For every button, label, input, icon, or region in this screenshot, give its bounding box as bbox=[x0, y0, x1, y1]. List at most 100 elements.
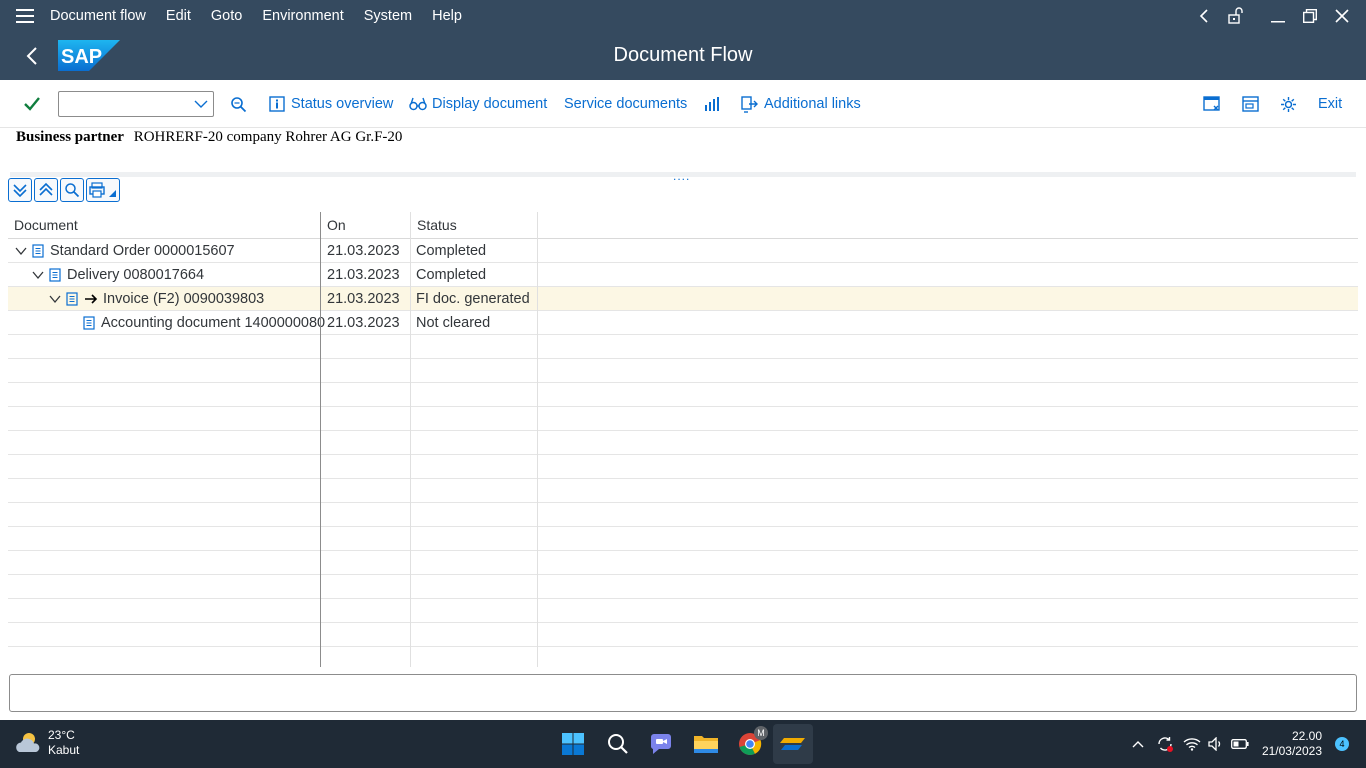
chart-icon[interactable] bbox=[704, 80, 720, 128]
cell-status: Not cleared bbox=[416, 315, 491, 331]
system-tray bbox=[1128, 720, 1252, 768]
column-divider[interactable] bbox=[537, 212, 538, 667]
status-overview-button[interactable]: Status overview bbox=[269, 80, 393, 128]
cell-on: 21.03.2023 bbox=[327, 267, 400, 283]
search-icon[interactable] bbox=[60, 178, 84, 202]
grid-header: Document On Status bbox=[8, 212, 1358, 239]
exit-button[interactable]: Exit bbox=[1318, 80, 1342, 128]
service-documents-label: Service documents bbox=[564, 96, 688, 112]
additional-links-button[interactable]: Additional links bbox=[741, 80, 861, 128]
document-icon bbox=[66, 292, 78, 306]
cell-document[interactable]: Standard Order 0000015607 bbox=[50, 239, 235, 263]
cell-document[interactable]: Invoice (F2) 0090039803 bbox=[103, 287, 264, 311]
menu-system[interactable]: System bbox=[364, 8, 412, 24]
empty-row bbox=[8, 431, 1358, 455]
windows-taskbar: 23°C Kabut M 22.00 21/03/2023 4 bbox=[0, 720, 1366, 768]
empty-row bbox=[8, 551, 1358, 575]
expand-all-icon[interactable] bbox=[8, 178, 32, 202]
battery-icon[interactable] bbox=[1228, 739, 1252, 749]
minimize-icon[interactable] bbox=[1262, 0, 1294, 31]
additional-links-label: Additional links bbox=[764, 96, 861, 112]
collapse-header-icon[interactable] bbox=[1188, 0, 1220, 31]
cell-on: 21.03.2023 bbox=[327, 315, 400, 331]
close-icon[interactable] bbox=[1326, 0, 1358, 31]
title-bar: SAP Document Flow bbox=[0, 31, 1366, 80]
cell-status: FI doc. generated bbox=[416, 291, 530, 307]
command-input[interactable] bbox=[59, 92, 187, 116]
table-row[interactable]: Standard Order 0000015607 21.03.2023 Compl… bbox=[8, 239, 1358, 263]
menu-edit[interactable]: Edit bbox=[166, 8, 191, 24]
enter-check-icon[interactable] bbox=[23, 80, 41, 128]
empty-row bbox=[8, 479, 1358, 503]
document-icon bbox=[83, 316, 95, 330]
empty-row bbox=[8, 575, 1358, 599]
column-divider[interactable] bbox=[320, 212, 321, 667]
settings-icon[interactable] bbox=[1280, 80, 1297, 128]
display-document-button[interactable]: Display document bbox=[409, 80, 547, 128]
weather-temperature: 23°C bbox=[48, 728, 75, 742]
print-icon[interactable] bbox=[86, 178, 120, 202]
empty-row bbox=[8, 455, 1358, 479]
chrome-profile-badge: M bbox=[754, 726, 768, 740]
sap-logon-icon[interactable] bbox=[773, 724, 813, 764]
customize-layout-icon[interactable] bbox=[1242, 80, 1259, 128]
notification-badge[interactable]: 4 bbox=[1335, 737, 1349, 751]
sync-icon[interactable] bbox=[1152, 735, 1178, 753]
table-row[interactable]: Delivery 0080017664 21.03.2023 Completed bbox=[8, 263, 1358, 287]
tree-toolbar bbox=[8, 178, 122, 202]
empty-row bbox=[8, 527, 1358, 551]
command-field[interactable] bbox=[58, 91, 214, 117]
empty-row bbox=[8, 383, 1358, 407]
empty-row bbox=[8, 503, 1358, 527]
weather-widget[interactable]: 23°C Kabut bbox=[14, 728, 79, 758]
volume-icon[interactable] bbox=[1204, 737, 1228, 751]
column-divider[interactable] bbox=[410, 212, 411, 667]
chevron-down-icon[interactable] bbox=[193, 96, 209, 112]
page-title: Document Flow bbox=[613, 44, 753, 66]
menu-goto[interactable]: Goto bbox=[211, 8, 242, 24]
table-row[interactable]: Accounting document 1400000080 21.03.2023… bbox=[8, 311, 1358, 335]
chrome-icon[interactable]: M bbox=[730, 724, 770, 764]
exit-label: Exit bbox=[1318, 96, 1343, 112]
find-icon[interactable] bbox=[230, 80, 247, 128]
splitter-handle[interactable]: .... bbox=[673, 169, 690, 183]
chevron-down-icon[interactable] bbox=[14, 244, 28, 258]
menu-environment[interactable]: Environment bbox=[262, 8, 343, 24]
column-header-on[interactable]: On bbox=[321, 212, 410, 239]
table-row[interactable]: Invoice (F2) 0090039803 21.03.2023 FI doc.… bbox=[8, 287, 1358, 311]
restore-icon[interactable] bbox=[1294, 0, 1326, 31]
glasses-icon bbox=[409, 97, 427, 111]
empty-row bbox=[8, 599, 1358, 623]
chevron-down-icon[interactable] bbox=[31, 268, 45, 282]
collapse-all-icon[interactable] bbox=[34, 178, 58, 202]
business-partner-label: Business partner bbox=[16, 129, 124, 145]
hamburger-menu-icon[interactable] bbox=[0, 0, 50, 31]
cell-document[interactable]: Accounting document 1400000080 bbox=[101, 311, 325, 335]
clock-time: 22.00 bbox=[1291, 729, 1322, 743]
chevron-up-icon[interactable] bbox=[1128, 740, 1148, 748]
new-window-icon[interactable] bbox=[1203, 80, 1220, 128]
file-explorer-icon[interactable] bbox=[686, 724, 726, 764]
menu-document-flow[interactable]: Document flow bbox=[50, 8, 146, 24]
cell-document[interactable]: Delivery 0080017664 bbox=[67, 263, 204, 287]
business-partner-line: Business partner ROHRERF-20 company Rohr… bbox=[16, 129, 402, 146]
teams-chat-icon[interactable] bbox=[641, 724, 681, 764]
wifi-icon[interactable] bbox=[1180, 737, 1204, 751]
empty-row bbox=[8, 359, 1358, 383]
column-header-document[interactable]: Document bbox=[8, 212, 320, 239]
document-icon bbox=[49, 268, 61, 282]
column-header-status[interactable]: Status bbox=[411, 212, 537, 239]
empty-row bbox=[8, 335, 1358, 359]
service-documents-button[interactable]: Service documents bbox=[564, 80, 687, 128]
menu-bar: Document flow Edit Goto Environment Syst… bbox=[0, 0, 1366, 31]
menu-help[interactable]: Help bbox=[432, 8, 462, 24]
taskbar-search-icon[interactable] bbox=[598, 724, 638, 764]
chevron-down-icon[interactable] bbox=[48, 292, 62, 306]
clock[interactable]: 22.00 21/03/2023 bbox=[1262, 729, 1322, 759]
empty-row bbox=[8, 623, 1358, 647]
status-overview-label: Status overview bbox=[291, 96, 394, 112]
business-partner-value: ROHRERF-20 company Rohrer AG Gr.F-20 bbox=[133, 129, 403, 145]
clock-date: 21/03/2023 bbox=[1261, 744, 1322, 758]
unlock-icon[interactable] bbox=[1220, 0, 1252, 31]
windows-start-icon[interactable] bbox=[553, 724, 593, 764]
